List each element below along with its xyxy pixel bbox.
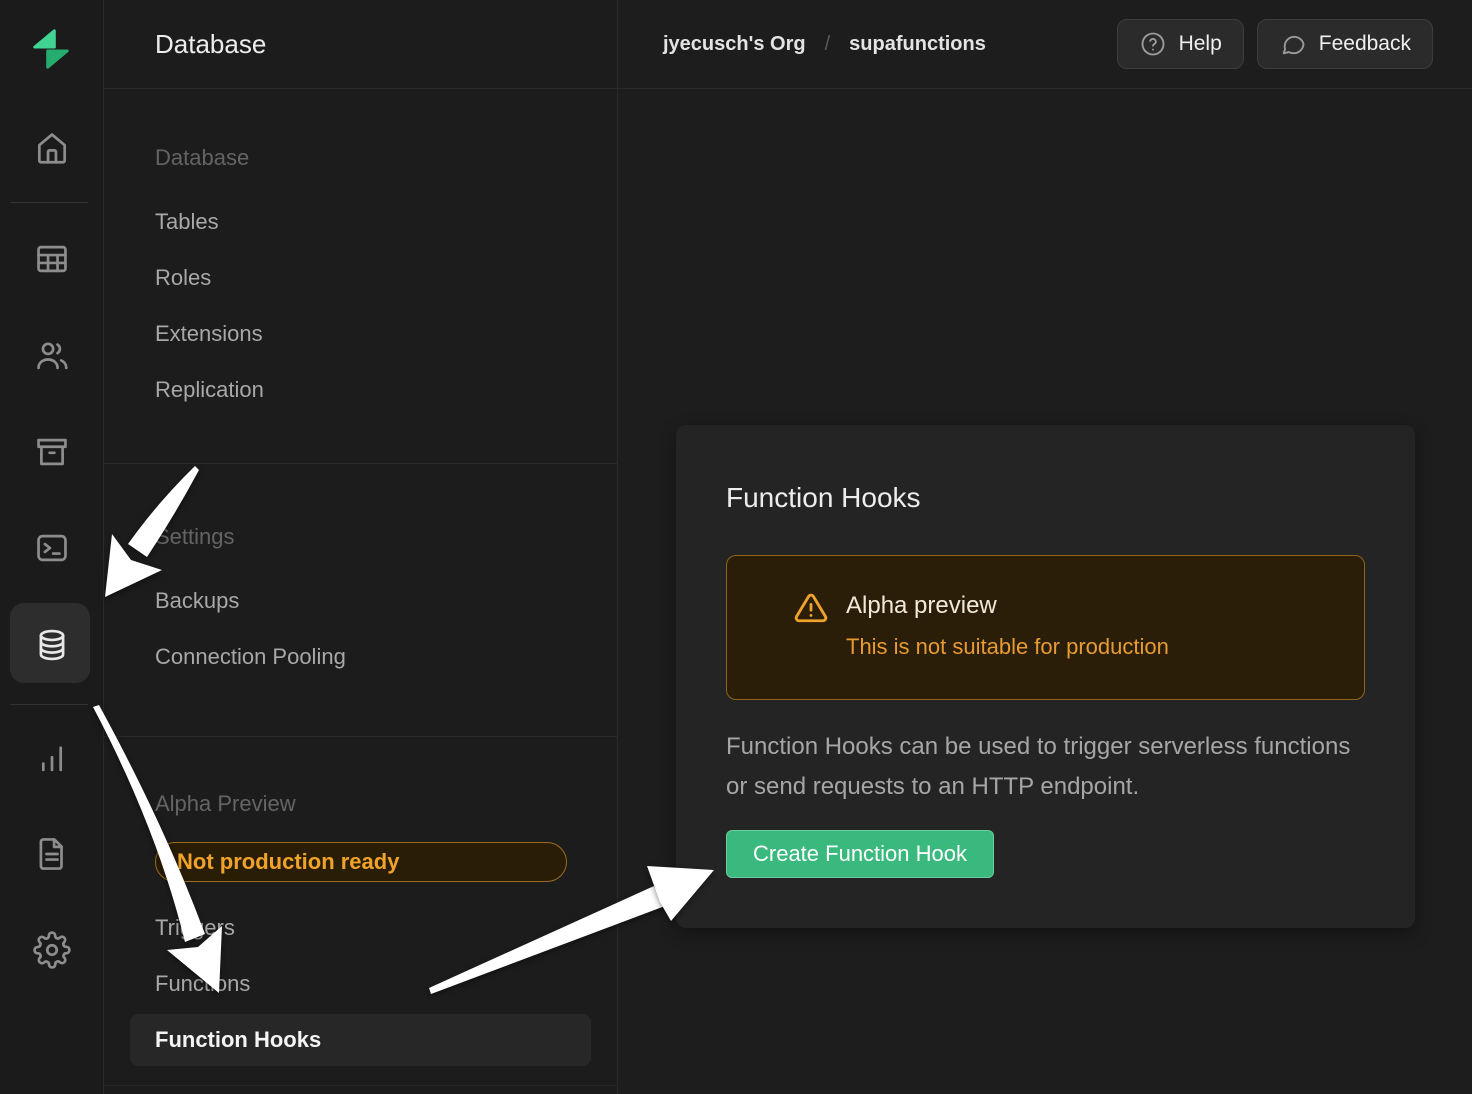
sidebar-header: Database <box>104 0 617 89</box>
sidebar: Database Database Tables Roles Extension… <box>104 0 618 1094</box>
rail-divider <box>10 202 88 203</box>
database-icon[interactable] <box>33 626 71 664</box>
supabase-logo-icon[interactable] <box>28 26 74 72</box>
sidebar-title: Database <box>155 29 266 60</box>
top-actions: Help Feedback <box>1117 19 1433 69</box>
storage-icon[interactable] <box>33 433 71 471</box>
sidebar-bottom-divider <box>104 1085 617 1086</box>
create-function-hook-button[interactable]: Create Function Hook <box>726 830 994 878</box>
sidebar-item-roles[interactable]: Roles <box>104 250 617 306</box>
table-editor-icon[interactable] <box>33 240 71 278</box>
sidebar-item-connection-pooling[interactable]: Connection Pooling <box>104 629 617 685</box>
auth-users-icon[interactable] <box>33 337 71 375</box>
help-button[interactable]: Help <box>1117 19 1244 69</box>
app-window: Database Database Tables Roles Extension… <box>0 0 1472 1094</box>
nav-rail <box>0 0 104 1094</box>
main-area: jyecusch's Org / supafunctions Help Feed… <box>618 0 1472 1094</box>
alert-title: Alpha preview <box>846 589 1169 623</box>
warning-triangle-icon <box>794 591 828 625</box>
sidebar-item-functions[interactable]: Functions <box>104 956 617 1012</box>
page-title: Function Hooks <box>726 479 1365 517</box>
feedback-button-label: Feedback <box>1319 32 1411 56</box>
sidebar-item-extensions[interactable]: Extensions <box>104 306 617 362</box>
breadcrumb-separator: / <box>825 33 831 56</box>
breadcrumb-org[interactable]: jyecusch's Org <box>663 33 806 56</box>
sidebar-item-backups[interactable]: Backups <box>104 573 617 629</box>
reports-icon[interactable] <box>33 739 71 777</box>
help-button-label: Help <box>1179 32 1222 56</box>
sidebar-item-replication[interactable]: Replication <box>104 362 617 418</box>
function-hooks-card: Function Hooks Alpha preview This is not… <box>676 425 1415 928</box>
not-production-ready-badge: Not production ready <box>155 842 567 882</box>
logs-icon[interactable] <box>33 835 71 873</box>
home-icon[interactable] <box>33 129 71 167</box>
main-body: Function Hooks Alpha preview This is not… <box>618 89 1472 1094</box>
section-header-settings: Settings <box>104 509 617 565</box>
settings-gear-icon[interactable] <box>33 931 71 969</box>
feedback-bubble-icon <box>1279 30 1307 58</box>
section-header-alpha-preview: Alpha Preview <box>104 776 617 832</box>
top-bar: jyecusch's Org / supafunctions Help Feed… <box>618 0 1472 89</box>
sidebar-item-triggers[interactable]: Triggers <box>104 900 617 956</box>
breadcrumb-project[interactable]: supafunctions <box>849 33 986 56</box>
card-description: Function Hooks can be used to trigger se… <box>726 727 1354 807</box>
help-circle-icon <box>1139 30 1167 58</box>
sql-terminal-icon[interactable] <box>33 529 71 567</box>
feedback-button[interactable]: Feedback <box>1257 19 1433 69</box>
alert-subtitle: This is not suitable for production <box>846 634 1169 660</box>
sidebar-item-function-hooks-selected[interactable]: Function Hooks <box>130 1014 591 1066</box>
section-header-database: Database <box>104 130 617 186</box>
rail-divider <box>10 704 88 705</box>
alpha-preview-alert: Alpha preview This is not suitable for p… <box>726 555 1365 700</box>
sidebar-item-tables[interactable]: Tables <box>104 194 617 250</box>
